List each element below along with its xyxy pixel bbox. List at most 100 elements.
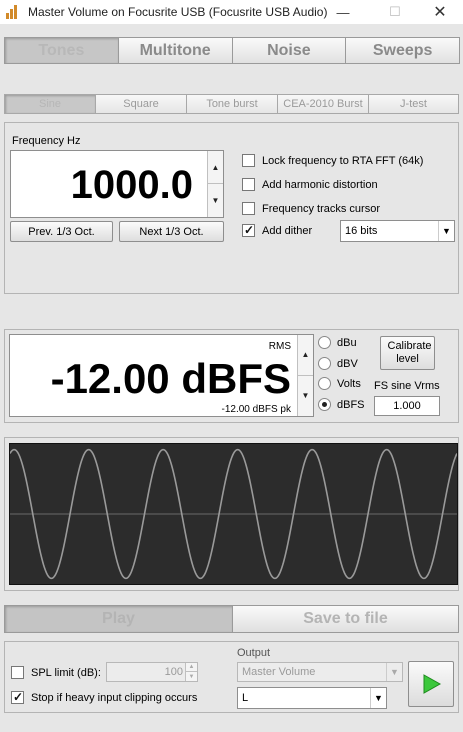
button-label: Calibrate level [387, 340, 432, 365]
play-tab[interactable]: Play [4, 605, 233, 633]
output-label: Output [237, 647, 271, 659]
tab-label: J-test [400, 98, 427, 110]
spl-limit-value: 100 [164, 666, 183, 678]
select-value: L [242, 692, 249, 704]
output-device-select[interactable]: Master Volume ▼ [237, 662, 403, 682]
frequency-spinner: ▲ ▼ [207, 151, 223, 217]
tab-cea-2010-burst[interactable]: CEA-2010 Burst [277, 94, 369, 114]
tab-tone-burst[interactable]: Tone burst [186, 94, 278, 114]
level-value: -12.00 dBFS [50, 355, 291, 402]
input-value: 1.000 [393, 400, 421, 412]
unit-radio-dbu[interactable]: dBu [318, 336, 357, 349]
select-value: Master Volume [242, 666, 316, 678]
frequency-input[interactable]: 1000.0 ▲ ▼ [10, 150, 224, 218]
spl-limit-checkbox[interactable]: SPL limit (dB): [11, 666, 101, 679]
level-input[interactable]: RMS -12.00 dBFS -12.00 dBFS pk ▲ ▼ [9, 334, 314, 417]
window-title: Master Volume on Focusrite USB (Focusrit… [28, 5, 328, 19]
checkbox-label: Lock frequency to RTA FFT (64k) [262, 154, 424, 167]
tab-label: Noise [267, 41, 311, 59]
play-icon [423, 674, 442, 694]
level-panel: RMS -12.00 dBFS -12.00 dBFS pk ▲ ▼ dBu d… [4, 329, 459, 423]
tab-sweeps[interactable]: Sweeps [345, 37, 460, 64]
frequency-panel: Frequency Hz 1000.0 ▲ ▼ Prev. 1/3 Oct. N… [4, 122, 459, 294]
checkbox-label: Add harmonic distortion [262, 178, 378, 191]
checkbox-box [11, 690, 24, 704]
spl-limit-input[interactable]: 100 ▲ ▼ [106, 662, 198, 682]
radio-dot [318, 398, 331, 411]
unit-radio-dbv[interactable]: dBV [318, 357, 358, 370]
radio-dot [318, 357, 331, 370]
waveform-display [9, 443, 458, 585]
select-value: 16 bits [345, 225, 378, 237]
fs-sine-label: FS sine Vrms [374, 380, 440, 392]
spin-down-icon[interactable]: ▼ [208, 184, 223, 217]
title-bar: Master Volume on Focusrite USB (Focusrit… [0, 0, 463, 24]
radio-label: dBV [337, 357, 358, 370]
tab-label: Save to file [303, 610, 388, 627]
waveform-svg [9, 448, 458, 580]
radio-label: dBFS [337, 398, 365, 411]
tab-noise[interactable]: Noise [231, 37, 347, 64]
level-spinner: ▲ ▼ [297, 335, 313, 416]
output-panel: SPL limit (dB): 100 ▲ ▼ Stop if heavy in… [4, 641, 459, 713]
save-to-file-tab[interactable]: Save to file [232, 605, 459, 633]
fs-sine-input[interactable]: 1.000 [374, 396, 440, 416]
dither-bits-select[interactable]: 16 bits ▼ [340, 220, 455, 242]
checkbox-label: Add dither [262, 224, 313, 237]
stop-on-clipping-checkbox[interactable]: Stop if heavy input clipping occurs [11, 690, 198, 704]
minimize-icon[interactable]: — [320, 0, 366, 24]
frequency-label: Frequency Hz [12, 135, 81, 147]
spin-up-icon[interactable]: ▲ [186, 663, 197, 672]
unit-radio-volts[interactable]: Volts [318, 377, 361, 390]
rms-label: RMS [268, 341, 291, 352]
checkbox-label: Stop if heavy input clipping occurs [31, 691, 198, 704]
button-label: Prev. 1/3 Oct. [28, 225, 95, 238]
calibrate-level-button[interactable]: Calibrate level [380, 336, 435, 370]
output-channel-select[interactable]: L ▼ [237, 687, 387, 709]
tab-tones[interactable]: Tones [4, 37, 119, 64]
tab-label: Tones [38, 41, 85, 59]
spin-up-icon[interactable]: ▲ [298, 335, 313, 376]
tab-label: Multitone [139, 41, 211, 59]
main-tabs: Tones Multitone Noise Sweeps [4, 37, 460, 64]
tab-label: Play [102, 610, 135, 627]
play-button[interactable] [408, 661, 454, 707]
checkbox-box [242, 202, 255, 215]
chevron-down-icon: ▼ [438, 221, 454, 241]
add-dither-checkbox[interactable]: Add dither [242, 223, 313, 237]
peak-readout: -12.00 dBFS pk [221, 404, 291, 415]
tab-multitone[interactable]: Multitone [117, 37, 233, 64]
chevron-down-icon: ▼ [386, 663, 402, 681]
radio-dot [318, 377, 331, 390]
prev-third-octave-button[interactable]: Prev. 1/3 Oct. [10, 221, 113, 242]
spin-down-icon[interactable]: ▼ [186, 672, 197, 681]
tab-label: Square [123, 98, 159, 110]
next-third-octave-button[interactable]: Next 1/3 Oct. [119, 221, 224, 242]
tab-label: CEA-2010 Burst [283, 98, 363, 110]
tab-label: Sweeps [372, 41, 433, 59]
unit-radio-dbfs[interactable]: dBFS [318, 398, 365, 411]
frequency-value: 1000.0 [70, 163, 193, 207]
spin-down-icon[interactable]: ▼ [298, 376, 313, 417]
signal-type-tabs: Sine Square Tone burst CEA-2010 Burst J-… [4, 94, 459, 114]
checkbox-box [242, 154, 255, 167]
maximize-icon[interactable]: ☐ [372, 0, 418, 24]
radio-label: Volts [337, 377, 361, 390]
spin-up-icon[interactable]: ▲ [208, 151, 223, 184]
tab-j-test[interactable]: J-test [368, 94, 459, 114]
tab-square[interactable]: Square [95, 94, 187, 114]
close-icon[interactable]: ✕ [417, 0, 463, 24]
app-icon [6, 5, 20, 19]
checkbox-box [242, 223, 255, 237]
checkbox-label: SPL limit (dB): [31, 666, 101, 679]
radio-label: dBu [337, 336, 357, 349]
harmonic-distortion-checkbox[interactable]: Add harmonic distortion [242, 178, 378, 191]
tracks-cursor-checkbox[interactable]: Frequency tracks cursor [242, 202, 380, 215]
button-label: Next 1/3 Oct. [139, 225, 204, 238]
lock-fft-checkbox[interactable]: Lock frequency to RTA FFT (64k) [242, 154, 423, 167]
tab-sine[interactable]: Sine [4, 94, 96, 114]
checkbox-label: Frequency tracks cursor [262, 202, 380, 215]
spl-spinner: ▲ ▼ [185, 663, 197, 681]
checkbox-box [242, 178, 255, 191]
radio-dot [318, 336, 331, 349]
